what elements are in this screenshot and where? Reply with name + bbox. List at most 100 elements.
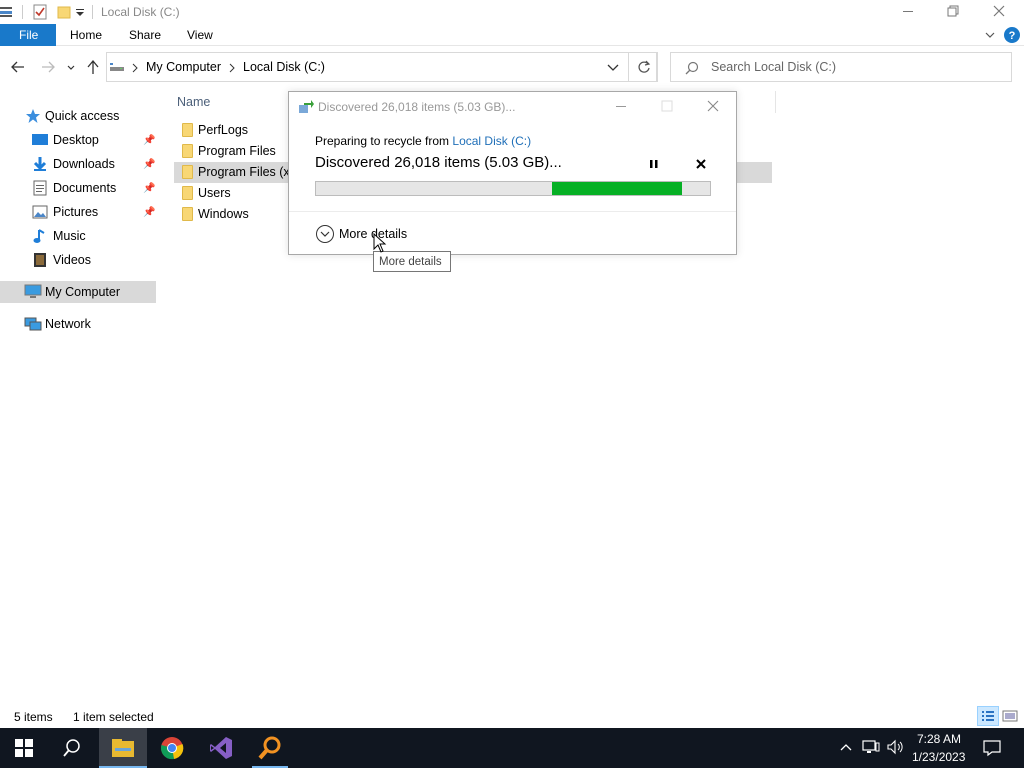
file-operation-icon xyxy=(298,100,314,114)
preparing-text: Preparing to recycle from xyxy=(315,134,453,148)
taskbar-file-explorer[interactable] xyxy=(99,728,147,768)
nav-item-label: Videos xyxy=(53,253,91,267)
file-row-perflogs[interactable]: PerfLogs xyxy=(176,120,296,140)
tab-share[interactable]: Share xyxy=(129,28,161,42)
nav-item-label: Pictures xyxy=(53,205,99,219)
taskbar-chrome[interactable] xyxy=(148,728,196,768)
customize-quick-access-icon[interactable] xyxy=(76,7,84,17)
breadcrumb-separator-icon[interactable] xyxy=(131,62,139,73)
nav-quick-access[interactable]: Quick access xyxy=(0,105,156,127)
file-row-program-files[interactable]: Program Files xyxy=(176,141,296,161)
nav-item-downloads[interactable]: Downloads 📌 xyxy=(0,153,156,175)
tab-view[interactable]: View xyxy=(187,28,213,42)
nav-item-videos[interactable]: Videos xyxy=(0,249,156,271)
folder-icon xyxy=(182,144,193,158)
breadcrumb-local-disk[interactable]: Local Disk (C:) xyxy=(243,60,325,74)
large-icons-view-icon[interactable] xyxy=(1001,708,1019,724)
recent-locations-chevron-icon[interactable] xyxy=(66,62,76,72)
refresh-icon xyxy=(637,60,651,74)
pictures-icon xyxy=(32,205,48,219)
window-title: Local Disk (C:) xyxy=(101,5,180,19)
search-icon[interactable] xyxy=(62,738,82,758)
clock-time[interactable]: 7:28 AM xyxy=(917,732,961,746)
taskbar-search-tool[interactable] xyxy=(246,728,294,768)
desktop-icon xyxy=(32,133,48,147)
drive-icon xyxy=(110,61,126,73)
file-row-windows[interactable]: Windows xyxy=(176,204,296,224)
taskbar-visual-studio[interactable] xyxy=(197,728,245,768)
nav-item-label: Downloads xyxy=(53,157,115,171)
forward-arrow-icon[interactable] xyxy=(40,59,56,75)
more-details-tooltip: More details xyxy=(373,251,451,272)
source-location-link[interactable]: Local Disk (C:) xyxy=(452,134,531,148)
explorer-app-icon[interactable] xyxy=(0,5,14,17)
pause-icon[interactable] xyxy=(647,157,661,171)
up-arrow-icon[interactable] xyxy=(85,59,101,75)
svg-text:?: ? xyxy=(1009,30,1016,42)
progress-bar xyxy=(315,181,711,196)
folder-icon xyxy=(182,207,193,221)
show-hidden-icons-chevron-icon[interactable] xyxy=(839,741,853,753)
volume-icon[interactable] xyxy=(886,739,904,755)
title-divider xyxy=(22,5,23,19)
file-row-users[interactable]: Users xyxy=(176,183,296,203)
start-windows-icon[interactable] xyxy=(15,739,33,757)
status-bar: 5 items 1 item selected xyxy=(0,706,1024,728)
nav-item-music[interactable]: Music xyxy=(0,225,156,247)
pin-icon[interactable]: 📌 xyxy=(143,207,155,218)
nav-item-label: Desktop xyxy=(53,133,99,147)
title-bar: Local Disk (C:) xyxy=(0,0,1024,24)
network-icon xyxy=(24,316,42,332)
address-bar[interactable]: My Computer Local Disk (C:) xyxy=(106,52,657,82)
file-name: Program Files (x8 xyxy=(198,165,297,179)
properties-icon[interactable] xyxy=(33,4,47,20)
pin-icon[interactable]: 📌 xyxy=(143,183,155,194)
action-center-icon[interactable] xyxy=(983,739,1001,757)
nav-network[interactable]: Network xyxy=(0,313,156,335)
recycle-progress-dialog: Discovered 26,018 items (5.03 GB)... Pre… xyxy=(288,91,737,255)
dialog-minimize-icon[interactable] xyxy=(613,98,629,114)
title-divider-2 xyxy=(92,5,93,19)
folder-icon xyxy=(182,186,193,200)
nav-item-documents[interactable]: Documents 📌 xyxy=(0,177,156,199)
back-arrow-icon[interactable] xyxy=(10,59,26,75)
minimize-icon[interactable] xyxy=(900,4,916,18)
refresh-button[interactable] xyxy=(628,52,658,82)
file-row-program-files-x86[interactable]: Program Files (x8 xyxy=(176,162,297,182)
magnifier-tool-icon xyxy=(258,736,282,760)
address-dropdown-icon[interactable] xyxy=(607,62,619,72)
new-folder-icon[interactable] xyxy=(57,5,71,19)
tooltip-text: More details xyxy=(379,256,442,268)
help-icon[interactable]: ? xyxy=(1003,26,1021,44)
file-name: Users xyxy=(198,186,231,200)
nav-item-desktop[interactable]: Desktop 📌 xyxy=(0,129,156,151)
column-header-name[interactable]: Name xyxy=(177,95,210,109)
pin-icon[interactable]: 📌 xyxy=(143,135,155,146)
nav-my-computer[interactable]: My Computer xyxy=(0,281,156,303)
search-placeholder: Search Local Disk (C:) xyxy=(711,60,837,74)
pin-icon[interactable]: 📌 xyxy=(143,159,155,170)
search-box[interactable]: Search Local Disk (C:) xyxy=(670,52,1012,82)
expand-ribbon-icon[interactable] xyxy=(984,29,996,39)
tab-file[interactable]: File xyxy=(0,24,56,46)
dialog-close-icon[interactable] xyxy=(705,98,721,114)
dialog-title: Discovered 26,018 items (5.03 GB)... xyxy=(318,100,516,114)
chevron-down-circle-icon xyxy=(315,224,335,244)
breadcrumb-my-computer[interactable]: My Computer xyxy=(146,60,221,74)
music-icon xyxy=(33,228,47,244)
details-view-icon[interactable] xyxy=(977,706,999,726)
clock-date[interactable]: 1/23/2023 xyxy=(912,750,965,764)
close-window-icon[interactable] xyxy=(991,3,1007,19)
downloads-icon xyxy=(32,156,48,172)
file-explorer-icon xyxy=(111,738,135,758)
breadcrumb-separator-icon[interactable] xyxy=(228,62,236,73)
network-tray-icon[interactable] xyxy=(862,739,880,755)
restore-icon[interactable] xyxy=(945,4,961,18)
nav-item-label: Documents xyxy=(53,181,117,195)
preparing-line: Preparing to recycle from Local Disk (C:… xyxy=(315,134,531,148)
dialog-maximize-icon[interactable] xyxy=(659,98,675,114)
file-name: PerfLogs xyxy=(198,123,249,137)
nav-item-pictures[interactable]: Pictures 📌 xyxy=(0,201,156,223)
cancel-icon[interactable] xyxy=(694,157,708,171)
tab-home[interactable]: Home xyxy=(70,28,102,42)
